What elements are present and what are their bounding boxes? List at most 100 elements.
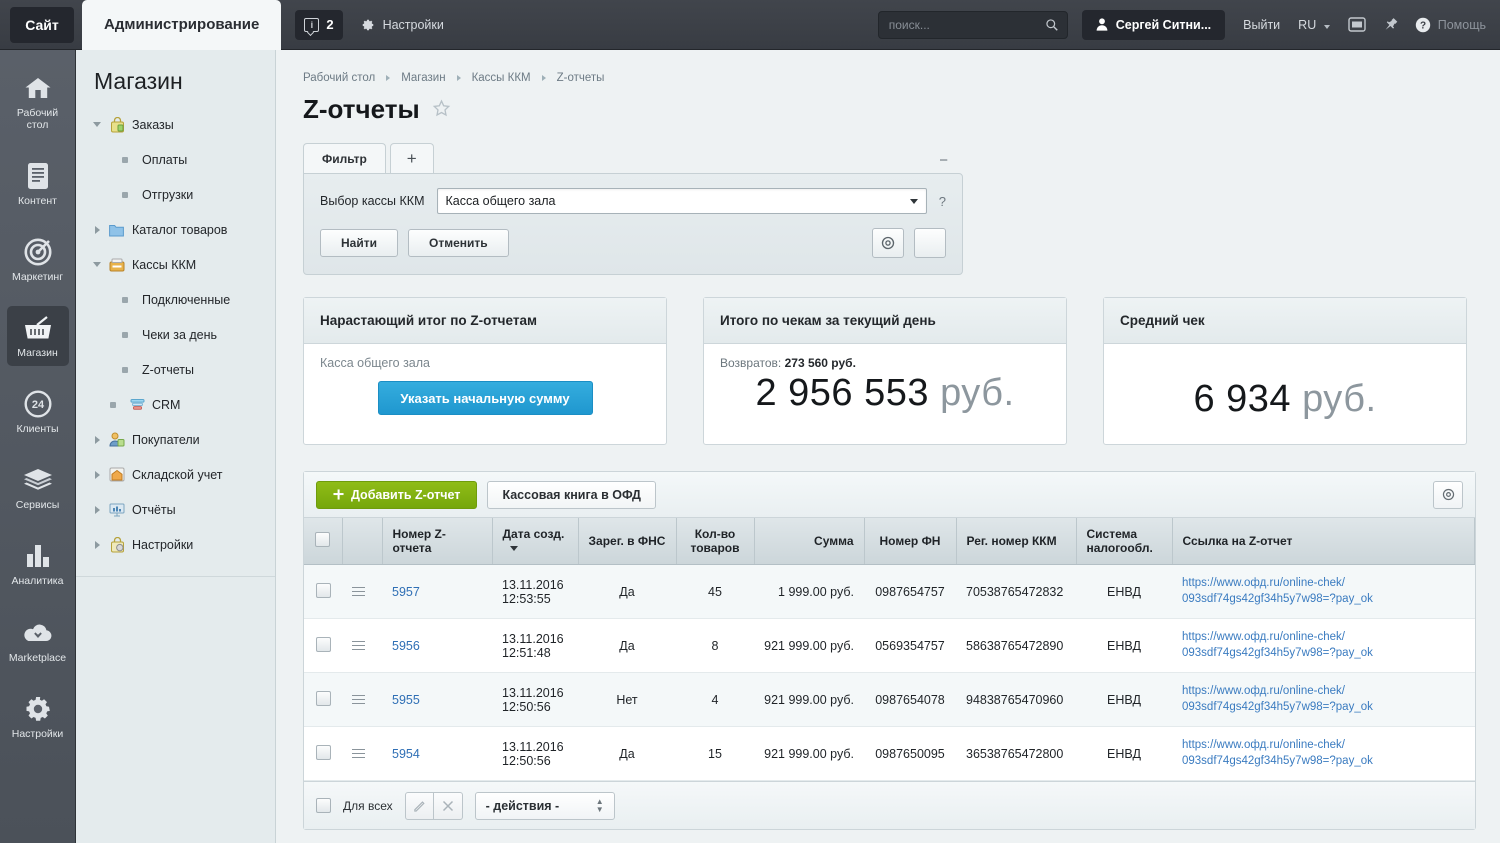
row-checkbox[interactable]	[315, 744, 331, 760]
language-switcher[interactable]: RU	[1298, 18, 1330, 32]
cell-number[interactable]: 5954	[382, 726, 492, 782]
zreport-url-line1[interactable]: https://www.офд.ru/online-chek/	[1182, 738, 1465, 754]
cell-url[interactable]: https://www.офд.ru/online-chek/ 093sdf74…	[1172, 672, 1475, 728]
star-outline-icon[interactable]	[432, 99, 451, 121]
rail-item-marketing[interactable]: Маркетинг	[7, 230, 69, 290]
chevron-right-icon[interactable]	[92, 540, 102, 550]
cell-number[interactable]: 5957	[382, 564, 492, 620]
zreport-url-line2[interactable]: 093sdf74gs42gf34h5y7w98=?pay_ok	[1182, 592, 1465, 608]
breadcrumb-item-2[interactable]: Кассы ККМ	[472, 72, 531, 84]
table-row[interactable]: 5957 13.11.2016 12:53:55 Да 45 1 999.00 …	[304, 564, 1475, 620]
sidebar-item-crm[interactable]: CRM	[76, 387, 275, 422]
breadcrumb-item-0[interactable]: Рабочий стол	[303, 72, 375, 84]
sidebar-item-payments[interactable]: Оплаты	[76, 142, 275, 177]
select-all-checkbox[interactable]	[315, 532, 331, 547]
zreport-link[interactable]: 5955	[392, 693, 420, 707]
sidebar-item-receipts[interactable]: Чеки за день	[76, 317, 275, 352]
rail-item-clients[interactable]: 24 Клиенты	[7, 382, 69, 442]
tab-filter[interactable]: Фильтр	[303, 143, 386, 173]
select-all-rows-checkbox[interactable]	[316, 798, 331, 814]
th-kkm[interactable]: Рег. номер ККМ	[956, 518, 1077, 565]
zreport-link[interactable]: 5957	[392, 585, 420, 599]
cash-book-ofd-button[interactable]: Кассовая книга в ОФД	[487, 480, 656, 509]
sidebar-item-reports[interactable]: Отчёты	[76, 492, 275, 527]
find-button[interactable]: Найти	[320, 229, 398, 257]
cell-number[interactable]: 5956	[382, 618, 492, 674]
table-row[interactable]: 5956 13.11.2016 12:51:48 Да 8 921 999.00…	[304, 618, 1475, 674]
th-select-all[interactable]	[304, 518, 343, 565]
row-checkbox[interactable]	[315, 582, 331, 598]
th-url[interactable]: Ссылка на Z-отчет	[1172, 518, 1475, 565]
row-checkbox-cell[interactable]	[304, 672, 342, 728]
breadcrumb-item-1[interactable]: Магазин	[401, 72, 445, 84]
row-menu-cell[interactable]	[342, 672, 382, 728]
admin-tab[interactable]: Администрирование	[82, 0, 282, 50]
sidebar-item-orders[interactable]: Заказы	[76, 107, 275, 142]
table-row[interactable]: 5955 13.11.2016 12:50:56 Нет 4 921 999.0…	[304, 672, 1475, 728]
chevron-right-icon[interactable]	[92, 505, 102, 515]
rail-item-shop[interactable]: Магазин	[6, 306, 69, 367]
row-menu-icon[interactable]	[352, 586, 372, 597]
table-row[interactable]: 5954 13.11.2016 12:50:56 Да 15 921 999.0…	[304, 726, 1475, 782]
cancel-button[interactable]: Отменить	[407, 229, 509, 257]
add-zreport-button[interactable]: Добавить Z-отчет	[316, 480, 478, 509]
rail-item-settings[interactable]: Настройки	[7, 687, 69, 747]
zreport-link[interactable]: 5956	[392, 639, 420, 653]
user-menu-button[interactable]: Сергей Ситни...	[1081, 9, 1226, 40]
zreport-url-line1[interactable]: https://www.офд.ru/online-chek/	[1182, 576, 1465, 592]
th-fn[interactable]: Номер ФН	[864, 518, 957, 565]
sidebar-item-zreports[interactable]: Z-отчеты	[76, 352, 275, 387]
rail-item-services[interactable]: Сервисы	[7, 458, 69, 518]
sidebar-item-customers[interactable]: Покупатели	[76, 422, 275, 457]
row-menu-cell[interactable]	[342, 564, 382, 620]
chevron-down-icon[interactable]	[92, 260, 102, 270]
sidebar-item-warehouse[interactable]: Складской учет	[76, 457, 275, 492]
filter-settings-button[interactable]	[872, 228, 904, 258]
th-number[interactable]: Номер Z-отчета	[382, 518, 493, 565]
row-checkbox[interactable]	[315, 690, 331, 706]
rail-item-content[interactable]: Контент	[7, 154, 69, 214]
sidebar-item-connected[interactable]: Подключенные	[76, 282, 275, 317]
chevron-right-icon[interactable]	[92, 470, 102, 480]
cell-url[interactable]: https://www.офд.ru/online-chek/ 093sdf74…	[1172, 618, 1475, 674]
sidebar-item-catalog[interactable]: Каталог товаров	[76, 212, 275, 247]
row-menu-cell[interactable]	[342, 726, 382, 782]
rail-item-desktop[interactable]: Рабочий стол	[7, 66, 69, 138]
th-tax[interactable]: Система налогообл.	[1076, 518, 1173, 565]
th-date[interactable]: Дата созд.	[492, 518, 579, 565]
row-menu-icon[interactable]	[352, 694, 372, 705]
topbar-settings-link[interactable]: Настройки	[361, 18, 444, 32]
search-box[interactable]	[877, 10, 1068, 39]
zreport-link[interactable]: 5954	[392, 747, 420, 761]
table-settings-button[interactable]	[1433, 480, 1463, 509]
zreport-url-line1[interactable]: https://www.офд.ru/online-chek/	[1182, 684, 1465, 700]
zreport-url-line2[interactable]: 093sdf74gs42gf34h5y7w98=?pay_ok	[1182, 646, 1465, 662]
zreport-url-line1[interactable]: https://www.офд.ru/online-chek/	[1182, 630, 1465, 646]
filter-add-button[interactable]: plus-icon	[914, 228, 946, 258]
logout-link[interactable]: Выйти	[1243, 18, 1280, 32]
set-initial-amount-button[interactable]: Указать начальную сумму	[377, 381, 593, 415]
cell-number[interactable]: 5955	[382, 672, 492, 728]
bulk-actions-select[interactable]: - действия - ▲ ▼	[474, 791, 615, 820]
row-menu-icon[interactable]	[352, 748, 372, 759]
th-sum[interactable]: Сумма	[754, 518, 865, 565]
row-checkbox-cell[interactable]	[304, 726, 342, 782]
row-menu-cell[interactable]	[342, 618, 382, 674]
kkm-select[interactable]: Касса общего зала	[436, 188, 927, 214]
chevron-down-icon[interactable]	[92, 120, 102, 130]
chevron-right-icon[interactable]	[92, 435, 102, 445]
th-qty[interactable]: Кол-во товаров	[676, 518, 755, 565]
rail-item-marketplace[interactable]: Marketplace	[7, 611, 69, 671]
row-checkbox-cell[interactable]	[304, 564, 342, 620]
row-checkbox-cell[interactable]	[304, 618, 342, 674]
breadcrumb-item-3[interactable]: Z-отчеты	[557, 72, 605, 84]
chevron-right-icon[interactable]	[92, 225, 102, 235]
row-checkbox[interactable]	[315, 636, 331, 652]
th-fns[interactable]: Зарег. в ФНС	[578, 518, 677, 565]
delete-selected-button[interactable]	[433, 791, 463, 820]
site-button[interactable]: Сайт	[10, 6, 74, 43]
zreport-url-line2[interactable]: 093sdf74gs42gf34h5y7w98=?pay_ok	[1182, 700, 1465, 716]
sidebar-item-kkm[interactable]: Кассы ККМ	[76, 247, 275, 282]
help-link[interactable]: ? Помощь	[1415, 17, 1486, 33]
cell-url[interactable]: https://www.офд.ru/online-chek/ 093sdf74…	[1172, 564, 1475, 620]
